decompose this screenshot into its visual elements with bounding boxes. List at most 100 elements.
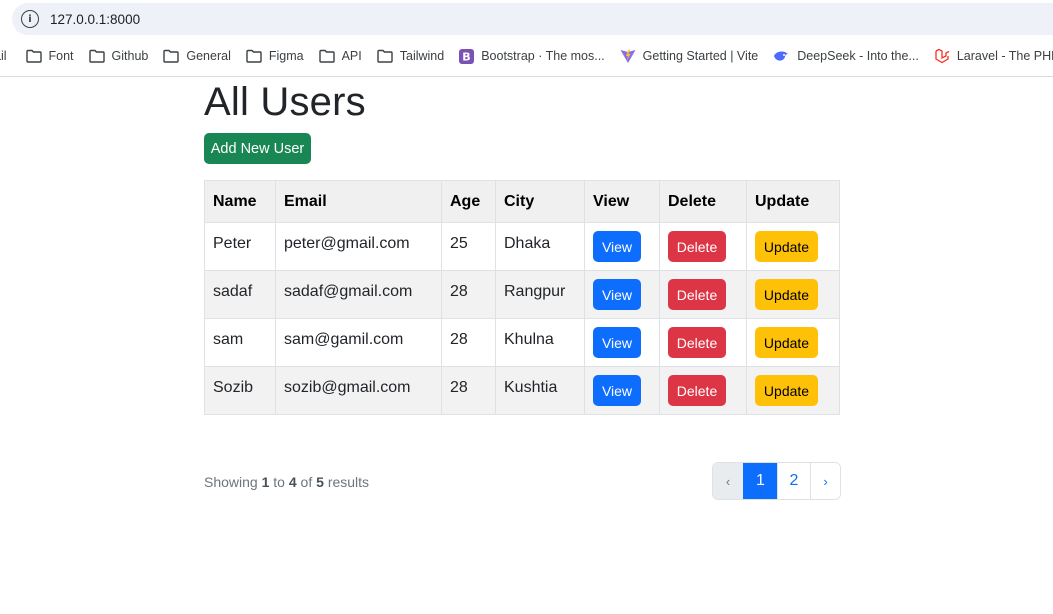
cell-view: View [584,366,660,415]
bookmark-item[interactable]: General [163,49,231,63]
summary-to-word: to [273,474,285,490]
bookmark-item[interactable]: Getting Started | Vite [620,49,759,64]
bookmark-label: API [341,49,362,63]
cell-age: 25 [441,222,496,271]
table-row: sadaf sadaf@gmail.com 28 Rangpur View De… [204,270,840,319]
table-row: sam sam@gamil.com 28 Khulna View Delete … [204,318,840,367]
vite-icon [620,49,636,64]
bookmark-label: Bootstrap · The mos... [481,49,605,63]
cell-view: View [584,270,660,319]
cell-delete: Delete [659,366,747,415]
bookmark-label: Figma [268,49,304,63]
folder-icon [318,49,335,63]
header-update: Update [746,180,840,223]
cell-email: peter@gmail.com [275,222,442,271]
header-delete: Delete [659,180,747,223]
cell-age: 28 [441,270,496,319]
add-new-user-button[interactable]: Add New User [204,133,311,164]
table-row: Sozib sozib@gmail.com 28 Kushtia View De… [204,366,840,415]
cell-view: View [584,222,660,271]
cell-city: Khulna [495,318,585,367]
cell-update: Update [746,222,840,271]
cell-name: sadaf [204,270,276,319]
summary-prefix: Showing [204,474,258,490]
cell-name: sam [204,318,276,367]
users-table: Name Email Age City View Delete Update P… [204,180,840,415]
pagination: ‹ 1 2 › [712,462,841,500]
cell-city: Dhaka [495,222,585,271]
folder-icon [377,49,393,63]
svg-text:B: B [463,50,471,63]
header-age: Age [441,180,496,223]
bookmark-item[interactable]: DeepSeek - Into the... [773,49,919,63]
pagination-summary: Showing 1 to 4 of 5 results [204,474,369,490]
previous-page-button: ‹ [713,463,743,499]
cell-update: Update [746,270,840,319]
bookmark-label: Font [48,49,74,63]
bookmark-item[interactable]: ail [0,49,7,63]
site-info-icon[interactable]: i [21,10,39,28]
update-button[interactable]: Update [755,327,818,358]
bookmark-item[interactable]: Font [25,49,74,63]
cell-delete: Delete [659,222,747,271]
delete-button[interactable]: Delete [668,375,726,406]
browser-address-area: i 127.0.0.1:8000 [0,0,1053,38]
view-button[interactable]: View [593,279,641,310]
summary-total: 5 [316,474,324,490]
update-button[interactable]: Update [755,375,818,406]
folder-icon [246,49,262,63]
header-view: View [584,180,660,223]
url-text[interactable]: 127.0.0.1:8000 [50,12,140,27]
summary-to: 4 [288,474,297,490]
next-page-button[interactable]: › [810,463,840,499]
cell-update: Update [746,366,840,415]
cell-email: sozib@gmail.com [275,366,442,415]
cell-delete: Delete [659,270,747,319]
view-button[interactable]: View [593,327,641,358]
cell-view: View [584,318,660,367]
table-row: Peter peter@gmail.com 25 Dhaka View Dele… [204,222,840,271]
bootstrap-icon: B [459,48,475,64]
cell-name: Sozib [204,366,276,415]
bookmark-item[interactable]: API [318,49,362,63]
bookmark-label: Laravel - The PHP F [956,49,1053,63]
deepseek-icon [773,50,790,63]
bookmark-label: Getting Started | Vite [642,49,759,63]
bookmark-label: Tailwind [399,49,445,63]
cell-delete: Delete [659,318,747,367]
cell-age: 28 [441,318,496,367]
table-header-row: Name Email Age City View Delete Update [204,180,840,223]
page-1-button[interactable]: 1 [743,463,777,499]
cell-update: Update [746,318,840,367]
cell-city: Kushtia [495,366,585,415]
summary-of-word: of [300,474,313,490]
bookmark-item[interactable]: B Bootstrap · The mos... [459,48,605,64]
cell-city: Rangpur [495,270,585,319]
bookmark-item[interactable]: Figma [246,49,304,63]
page-2-button[interactable]: 2 [777,463,810,499]
update-button[interactable]: Update [755,279,818,310]
bookmark-label: ail [0,49,7,63]
view-button[interactable]: View [593,231,641,262]
bookmark-label: General [186,49,231,63]
summary-results-word: results [327,474,370,490]
bookmark-item[interactable]: Tailwind [377,49,444,63]
delete-button[interactable]: Delete [668,327,726,358]
folder-icon [88,49,105,63]
bookmark-item[interactable]: Github [88,49,148,63]
summary-from: 1 [261,474,270,490]
delete-button[interactable]: Delete [668,231,726,262]
view-button[interactable]: View [593,375,641,406]
delete-button[interactable]: Delete [668,279,726,310]
bookmarks-bar: ail Font Github General Figma API Tailwind B Boo… [0,40,1053,72]
address-bar[interactable]: i 127.0.0.1:8000 [12,3,1053,35]
bookmark-item[interactable]: Laravel - The PHP F [934,48,1053,64]
update-button[interactable]: Update [755,231,818,262]
cell-name: Peter [204,222,276,271]
cell-email: sam@gamil.com [275,318,442,367]
cell-email: sadaf@gmail.com [275,270,442,319]
header-email: Email [275,180,442,223]
laravel-icon [934,48,950,64]
folder-icon [25,49,42,63]
page-title: All Users [204,80,366,124]
